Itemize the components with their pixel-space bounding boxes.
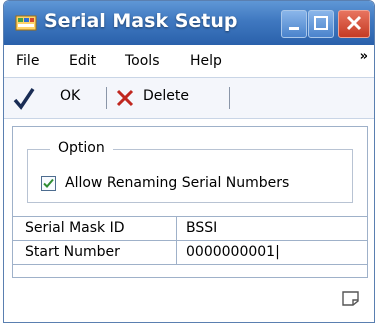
- menu-help[interactable]: Help: [190, 53, 222, 69]
- note-icon[interactable]: [340, 289, 362, 306]
- option-group-title: Option: [50, 140, 113, 156]
- close-icon: [346, 15, 362, 31]
- start-number-field[interactable]: 0000000001|: [176, 241, 368, 264]
- serial-mask-id-value: BSSI: [186, 220, 218, 236]
- minimize-icon: [289, 27, 299, 30]
- menu-overflow-icon[interactable]: »: [360, 49, 368, 64]
- allow-renaming-label: Allow Renaming Serial Numbers: [65, 175, 290, 191]
- toolbar: OK Delete: [4, 78, 374, 119]
- toolbar-separator: [106, 87, 107, 109]
- ok-check-icon: [13, 88, 35, 110]
- window-title: Serial Mask Setup: [44, 10, 238, 32]
- delete-x-icon: [116, 89, 134, 107]
- menu-tools[interactable]: Tools: [125, 53, 160, 69]
- ok-button[interactable]: OK: [60, 88, 80, 104]
- status-bar: [4, 281, 374, 322]
- setup-app-icon: [15, 15, 37, 31]
- close-button[interactable]: [338, 10, 370, 38]
- menu-edit[interactable]: Edit: [69, 53, 96, 69]
- start-number-row: Start Number 0000000001|: [13, 240, 367, 264]
- toolbar-separator: [229, 87, 230, 109]
- minimize-button[interactable]: [281, 10, 307, 38]
- serial-mask-id-field[interactable]: BSSI: [176, 217, 368, 240]
- setup-panel: Option Allow Renaming Serial Numbers Ser…: [12, 126, 368, 278]
- maximize-icon: [314, 16, 328, 30]
- start-number-value: 0000000001|: [186, 244, 280, 260]
- serial-mask-id-row: Serial Mask ID BSSI: [13, 216, 367, 240]
- checkbox-check-icon: [43, 178, 54, 188]
- maximize-button[interactable]: [308, 10, 334, 38]
- menu-bar: File Edit Tools Help »: [4, 45, 374, 78]
- menu-file[interactable]: File: [16, 53, 39, 69]
- dialog-window: Serial Mask Setup File Edit Tools Help »…: [3, 0, 375, 323]
- allow-renaming-checkbox[interactable]: [41, 176, 56, 191]
- title-bar[interactable]: Serial Mask Setup: [4, 1, 374, 45]
- serial-mask-id-label: Serial Mask ID: [25, 220, 125, 236]
- start-number-label: Start Number: [25, 244, 120, 260]
- delete-button[interactable]: Delete: [143, 88, 189, 104]
